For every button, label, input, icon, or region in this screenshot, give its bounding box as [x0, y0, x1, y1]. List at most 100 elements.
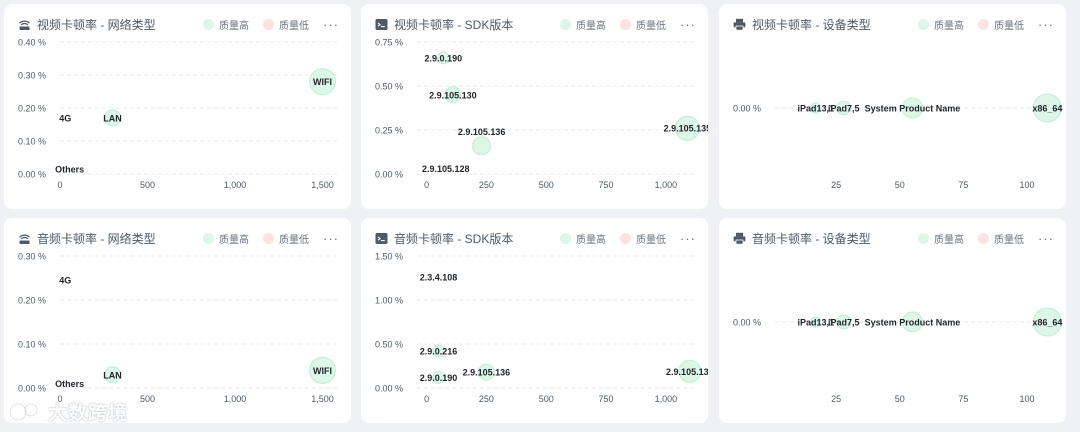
- data-label: LAN: [103, 113, 122, 123]
- x-tick-label: 750: [599, 394, 614, 404]
- data-label: 2.9.0.190: [425, 53, 463, 63]
- y-tick-label: 0.75 %: [375, 38, 403, 48]
- data-label: x86_64: [1032, 318, 1062, 328]
- legend-item-high[interactable]: 质量高: [560, 17, 606, 32]
- y-tick-label: 0.30 %: [18, 252, 46, 262]
- legend-item-low[interactable]: 质量低: [263, 17, 309, 32]
- scatter-chart: 0.00 %25 50 75 100iPad13,1iPad7,5 System Pro…: [733, 93, 1062, 190]
- x-tick-label: 500: [140, 180, 155, 190]
- chart-card-video-device: 视频卡顿率 - 设备类型 质量高 质量低 ··· 0.00 % 25 50 75 100…: [719, 4, 1066, 209]
- data-label: 2.9.105.128: [422, 164, 470, 174]
- card-title: 视频卡顿率 - 网络类型: [37, 17, 156, 32]
- y-tick-label: 0.50 %: [375, 340, 403, 350]
- legend-swatch-low: [978, 232, 989, 244]
- chart-legend: 质量高 质量低: [546, 17, 666, 32]
- data-label: 2.9.0.190: [420, 373, 458, 383]
- watermark: 大数跨境: [8, 398, 128, 425]
- legend-item-high[interactable]: 质量高: [918, 17, 964, 32]
- x-tick-label: 1,500: [311, 180, 334, 190]
- scatter-chart: 0.00 % 0.50 % 1.00 % 1.50 % 0 250 500 750 1,000 2…: [375, 252, 708, 405]
- scatter-chart: 0.00 % 0.25 % 0.50 % 0.75 % 0 250 500 750 1,000 2…: [375, 38, 708, 191]
- more-options-icon[interactable]: ···: [1038, 232, 1054, 245]
- data-label: 2.9.0.216: [420, 347, 458, 357]
- legend-item-low[interactable]: 质量低: [978, 231, 1024, 246]
- data-label: Others: [55, 165, 84, 175]
- wifi-router-icon: [18, 232, 31, 245]
- legend-swatch-low: [620, 232, 631, 244]
- chart-card-audio-device: 音频卡顿率 - 设备类型 质量高 质量低 ··· 0.00 % 25 50 75 100…: [719, 218, 1066, 423]
- y-tick-label: 0.00 %: [18, 170, 46, 180]
- more-options-icon[interactable]: ···: [323, 18, 339, 31]
- y-tick-label: 0.10 %: [18, 137, 46, 147]
- card-header: 音频卡顿率 - 设备类型 质量高 质量低 ···: [733, 228, 1054, 248]
- legend-swatch-low: [978, 18, 989, 30]
- y-tick-label: 0.00 %: [733, 104, 761, 114]
- legend-label-low: 质量低: [994, 20, 1024, 32]
- x-tick-label: 500: [539, 180, 554, 190]
- y-tick-label: 0.10 %: [18, 340, 46, 350]
- legend-swatch-high: [560, 18, 571, 30]
- more-options-icon[interactable]: ···: [323, 232, 339, 245]
- data-label: System Product Name: [865, 104, 961, 114]
- data-label: WIFI: [313, 77, 332, 87]
- legend-label-low: 质量低: [279, 20, 309, 32]
- data-label: 2.9.105.130: [429, 90, 477, 100]
- more-options-icon[interactable]: ···: [1038, 18, 1054, 31]
- chart-legend: 质量高 质量低: [904, 231, 1024, 246]
- chart-card-video-sdk: 视频卡顿率 - SDK版本 质量高 质量低 ··· 0.00 % 0.25 % 0.…: [361, 4, 708, 209]
- x-tick-label: 750: [599, 180, 614, 190]
- data-label: x86_64: [1032, 104, 1062, 114]
- legend-swatch-high: [918, 232, 929, 244]
- chart-legend: 质量高 质量低: [546, 231, 666, 246]
- legend-item-low[interactable]: 质量低: [620, 231, 666, 246]
- data-label: Others: [55, 379, 84, 389]
- data-label: iPad7,5: [828, 318, 860, 328]
- card-header: 音频卡顿率 - SDK版本 质量高 质量低 ···: [375, 228, 696, 248]
- chart-card-audio-sdk: 音频卡顿率 - SDK版本 质量高 质量低 ··· 0.00 % 0.50 % 1.…: [361, 218, 708, 423]
- legend-item-low[interactable]: 质量低: [263, 231, 309, 246]
- x-tick-label: 0: [424, 394, 429, 404]
- data-label: 2.9.105.135: [664, 124, 708, 134]
- x-tick-label: 0: [57, 180, 62, 190]
- printer-icon: [733, 232, 746, 245]
- x-tick-label: 50: [895, 180, 905, 190]
- legend-item-high[interactable]: 质量高: [918, 231, 964, 246]
- legend-item-low[interactable]: 质量低: [978, 17, 1024, 32]
- y-tick-label: 0.00 %: [733, 318, 761, 328]
- legend-label-high: 质量高: [219, 20, 249, 32]
- code-icon: [375, 18, 388, 31]
- more-options-icon[interactable]: ···: [680, 18, 696, 31]
- legend-label-low: 质量低: [994, 234, 1024, 246]
- data-point: [472, 136, 492, 156]
- wifi-router-icon: [18, 18, 31, 31]
- legend-label-high: 质量高: [576, 20, 606, 32]
- y-tick-label: 1.50 %: [375, 252, 403, 262]
- y-tick-label: 0.20 %: [18, 104, 46, 114]
- x-tick-label: 500: [140, 394, 155, 404]
- card-header: 视频卡顿率 - 设备类型 质量高 质量低 ···: [733, 14, 1054, 34]
- legend-label-low: 质量低: [279, 234, 309, 246]
- x-tick-label: 0: [424, 180, 429, 190]
- data-label: 2.9.105.136: [463, 368, 511, 378]
- chart-legend: 质量高 质量低: [189, 17, 309, 32]
- legend-item-low[interactable]: 质量低: [620, 17, 666, 32]
- card-title: 音频卡顿率 - 设备类型: [752, 231, 871, 246]
- scatter-chart: 0.00 %25 50 75 100iPad13,1iPad7,5 System Pro…: [733, 307, 1062, 404]
- chart-legend: 质量高 质量低: [904, 17, 1024, 32]
- x-tick-label: 75: [958, 394, 968, 404]
- scatter-chart: 0.00 %0.10 %0.20 %0.30 %0 500 1,000 1,5004G…: [18, 252, 340, 404]
- data-label: LAN: [103, 370, 122, 380]
- legend-label-high: 质量高: [219, 234, 249, 246]
- y-tick-label: 0.20 %: [18, 296, 46, 306]
- y-tick-label: 1.00 %: [375, 296, 403, 306]
- y-tick-label: 0.00 %: [375, 384, 403, 394]
- legend-swatch-high: [560, 232, 571, 244]
- legend-item-high[interactable]: 质量高: [560, 231, 606, 246]
- legend-item-high[interactable]: 质量高: [203, 17, 249, 32]
- legend-label-high: 质量高: [934, 234, 964, 246]
- more-options-icon[interactable]: ···: [680, 232, 696, 245]
- x-tick-label: 1,000: [655, 180, 678, 190]
- watermark-text: 大数跨境: [48, 402, 129, 424]
- chart-card-video-network: 视频卡顿率 - 网络类型 质量高 质量低 ··· 0.00 % 0.10 % 0.2…: [4, 4, 351, 209]
- legend-item-high[interactable]: 质量高: [203, 231, 249, 246]
